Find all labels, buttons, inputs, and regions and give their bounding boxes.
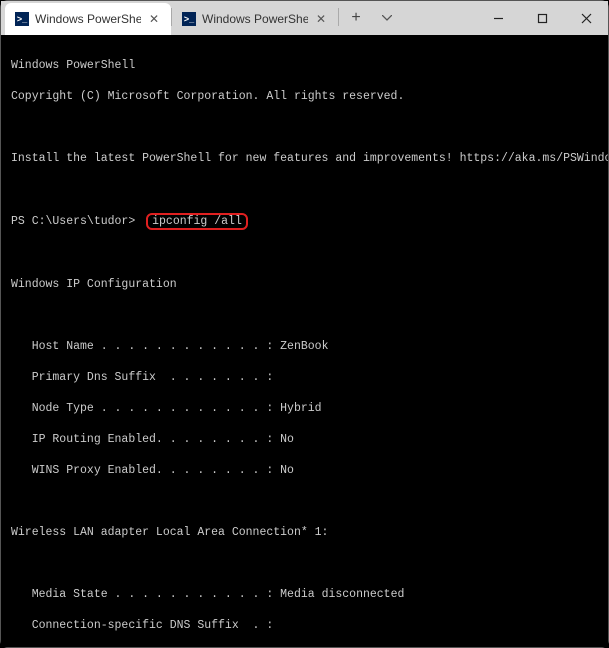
powershell-icon: >_ xyxy=(15,12,29,26)
kv-row: Node Type . . . . . . . . . . . . : Hybr… xyxy=(11,401,598,417)
titlebar: >_ Windows PowerShe ✕ >_ Windows PowerSh… xyxy=(1,1,608,35)
tab-inactive[interactable]: >_ Windows PowerShe ✕ xyxy=(172,3,338,35)
kv-value: Hybrid xyxy=(280,401,321,417)
powershell-icon: >_ xyxy=(182,12,196,26)
kv-row: Connection-specific DNS Suffix . : xyxy=(11,618,598,634)
kv-label: Connection-specific DNS Suffix . : xyxy=(11,618,273,634)
command-text: ipconfig /all xyxy=(152,215,242,228)
kv-value: No xyxy=(280,432,294,448)
kv-value: No xyxy=(280,463,294,479)
terminal-output[interactable]: Windows PowerShell Copyright (C) Microso… xyxy=(1,35,608,647)
kv-row: Media State . . . . . . . . . . . : Medi… xyxy=(11,587,598,603)
kv-label: Node Type . . . . . . . . . . . . : xyxy=(11,401,280,417)
prompt-line: PS C:\Users\tudor> ipconfig /all xyxy=(11,213,598,231)
tab-active[interactable]: >_ Windows PowerShe ✕ xyxy=(5,3,171,35)
ps-header-line: Windows PowerShell xyxy=(11,58,598,74)
kv-label: Host Name . . . . . . . . . . . . : xyxy=(11,339,280,355)
kv-value: Media disconnected xyxy=(280,587,404,603)
tab-title: Windows PowerShe xyxy=(35,12,141,26)
close-icon[interactable]: ✕ xyxy=(314,12,328,26)
prompt-text: PS C:\Users\tudor> xyxy=(11,214,142,230)
new-tab-button[interactable]: + xyxy=(339,1,373,35)
kv-label: Media State . . . . . . . . . . . : xyxy=(11,587,280,603)
kv-label: WINS Proxy Enabled. . . . . . . . : xyxy=(11,463,280,479)
kv-value: ZenBook xyxy=(280,339,328,355)
kv-row: WINS Proxy Enabled. . . . . . . . : No xyxy=(11,463,598,479)
tab-title: Windows PowerShe xyxy=(202,12,308,26)
command-highlight: ipconfig /all xyxy=(146,213,248,231)
close-icon[interactable]: ✕ xyxy=(147,12,161,26)
kv-label: IP Routing Enabled. . . . . . . . : xyxy=(11,432,280,448)
ps-install-line: Install the latest PowerShell for new fe… xyxy=(11,151,598,167)
tab-dropdown-icon[interactable] xyxy=(373,1,401,35)
kv-row: IP Routing Enabled. . . . . . . . : No xyxy=(11,432,598,448)
close-button[interactable] xyxy=(564,1,608,35)
minimize-button[interactable] xyxy=(476,1,520,35)
kv-row: Primary Dns Suffix . . . . . . . : xyxy=(11,370,598,386)
section-title: Wireless LAN adapter Local Area Connecti… xyxy=(11,525,598,541)
section-title: Windows IP Configuration xyxy=(11,277,598,293)
ps-copyright-line: Copyright (C) Microsoft Corporation. All… xyxy=(11,89,598,105)
kv-label: Primary Dns Suffix . . . . . . . : xyxy=(11,370,273,386)
kv-row: Host Name . . . . . . . . . . . . : ZenB… xyxy=(11,339,598,355)
maximize-button[interactable] xyxy=(520,1,564,35)
window-controls xyxy=(476,1,608,35)
